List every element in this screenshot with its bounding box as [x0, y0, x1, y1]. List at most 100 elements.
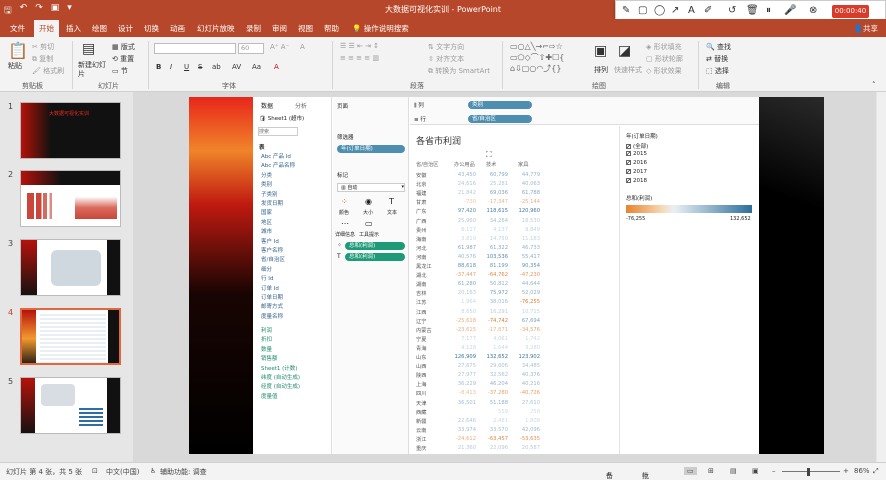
- bold-button[interactable]: B: [156, 63, 161, 71]
- align-text-button[interactable]: ⇳ 对齐文本: [428, 54, 464, 64]
- marks-size-button[interactable]: 大小: [363, 209, 373, 216]
- year-filter-item[interactable]: (全部): [626, 142, 648, 150]
- slide-thumbnail-2[interactable]: [20, 170, 121, 227]
- year-filter-item[interactable]: 2016: [626, 160, 647, 166]
- dimension-field[interactable]: Abc 产品名称: [261, 161, 295, 169]
- current-slide[interactable]: 数据 分析 🛢 Sheet1 (超市) 表 Abc 产品 IdAbc 产品名称分…: [189, 97, 824, 454]
- delete-icon[interactable]: 🗑: [746, 5, 759, 16]
- zoom-out-icon[interactable]: –: [772, 467, 776, 475]
- measure-field[interactable]: Sheet1 (计数): [261, 364, 297, 372]
- dimension-field[interactable]: 类别: [261, 180, 272, 188]
- tab-help[interactable]: 帮助: [324, 23, 339, 34]
- measure-field[interactable]: 度量值: [261, 392, 278, 400]
- dimension-field[interactable]: 子类别: [261, 190, 278, 198]
- columns-pill[interactable]: 类别: [468, 101, 532, 109]
- section-button[interactable]: ▭ 节: [112, 66, 128, 76]
- zoom-in-icon[interactable]: +: [843, 467, 849, 475]
- year-filter-item[interactable]: 2018: [626, 178, 647, 184]
- zoom-slider[interactable]: [782, 471, 840, 472]
- recording-timer[interactable]: 00:00:40 录制: [832, 5, 869, 28]
- tab-insert[interactable]: 插入: [66, 23, 81, 34]
- dimension-field[interactable]: 地区: [261, 218, 272, 226]
- accessibility-icon[interactable]: ♿: [150, 467, 156, 475]
- tooltip-icon[interactable]: ▭: [365, 219, 373, 228]
- tab-record[interactable]: 录制: [246, 23, 261, 34]
- datasource-name[interactable]: 🛢 Sheet1 (超市): [259, 114, 304, 122]
- slide-thumbnail-1[interactable]: 大数据可视化实训: [20, 102, 121, 159]
- tab-view[interactable]: 视图: [298, 23, 313, 34]
- dimension-field[interactable]: 行 Id: [261, 274, 273, 282]
- marks-text-button[interactable]: 文本: [387, 209, 397, 216]
- text-direction-button[interactable]: ⇅ 文字方向: [428, 42, 464, 52]
- color-legend-ramp[interactable]: [626, 205, 752, 213]
- dimension-field[interactable]: 邮寄方式: [261, 302, 283, 310]
- quick-styles-icon[interactable]: ◪: [618, 43, 631, 59]
- dimension-field[interactable]: 省/自治区: [261, 255, 285, 263]
- strikethrough-button[interactable]: S: [198, 63, 202, 71]
- tab-draw[interactable]: 绘图: [92, 23, 107, 34]
- font-color-button[interactable]: A: [274, 63, 279, 71]
- copy-button[interactable]: ⧉ 复制: [32, 54, 53, 64]
- tell-me-search[interactable]: 💡 操作说明搜索: [352, 23, 409, 34]
- rectangle-icon[interactable]: ▢: [638, 5, 647, 16]
- tab-analysis[interactable]: 分析: [295, 101, 307, 110]
- normal-view-icon[interactable]: ▭: [684, 467, 697, 475]
- marks-color-button[interactable]: 颜色: [339, 209, 349, 216]
- field-search-input[interactable]: [258, 127, 298, 136]
- collapse-ribbon-icon[interactable]: ˄: [872, 81, 876, 89]
- paste-button[interactable]: 粘贴: [8, 61, 22, 71]
- rows-pill[interactable]: 省/自治区: [468, 115, 532, 123]
- measure-field[interactable]: 经度 (自动生成): [261, 382, 300, 390]
- dimension-field[interactable]: 度量名称: [261, 312, 283, 320]
- measure-field[interactable]: 利润: [261, 326, 272, 334]
- checkbox-checked-icon[interactable]: [626, 160, 631, 165]
- pause-icon[interactable]: ⏸: [766, 5, 771, 16]
- dimension-field[interactable]: 分类: [261, 171, 272, 179]
- dimension-field[interactable]: 城市: [261, 227, 272, 235]
- year-filter-item[interactable]: 2017: [626, 169, 647, 175]
- slide-sorter-icon[interactable]: ⊞: [708, 467, 714, 475]
- shape-fill-button[interactable]: ◈ 形状填充: [646, 42, 682, 52]
- dimension-field[interactable]: 客户 Id: [261, 237, 279, 245]
- arrange-button[interactable]: 排列: [594, 65, 608, 75]
- quick-styles-button[interactable]: 快速样式: [614, 65, 642, 75]
- marks-type-select[interactable]: ▥ 自动 ▾: [337, 183, 405, 192]
- char-spacing-button[interactable]: AV: [232, 63, 241, 71]
- zoom-level[interactable]: 86%: [854, 467, 870, 475]
- tab-file[interactable]: 文件: [10, 23, 25, 34]
- tab-slideshow[interactable]: 幻灯片放映: [197, 23, 235, 34]
- dimension-field[interactable]: 客户名称: [261, 246, 283, 254]
- spelling-icon[interactable]: ⊡: [92, 467, 98, 475]
- detail-icon[interactable]: ⋯: [341, 219, 349, 228]
- checkbox-checked-icon[interactable]: [626, 151, 631, 156]
- dimension-field[interactable]: 订单 Id: [261, 284, 279, 292]
- shadow-button[interactable]: ab: [212, 63, 221, 71]
- tab-home[interactable]: 开始: [34, 20, 59, 37]
- undo-icon[interactable]: ↺: [728, 5, 736, 16]
- cut-button[interactable]: ✂ 剪切: [32, 42, 54, 52]
- font-name-combo[interactable]: [154, 43, 236, 54]
- size-icon[interactable]: ◉: [365, 197, 372, 206]
- slide-thumbnail-4[interactable]: [20, 308, 121, 365]
- bullets-icon[interactable]: ☰ ☰ ⇤ ⇥ ↕: [340, 42, 379, 50]
- format-painter-button[interactable]: 🖌 格式刷: [32, 66, 64, 76]
- clear-format-icon[interactable]: A: [300, 43, 305, 51]
- dimension-field[interactable]: Abc 产品 Id: [261, 152, 291, 160]
- shapes-gallery[interactable]: ▭○△╲→⌐⇨☆ ▭⬠◇⌒⇧✚☐{ ⌂⇩▢○◠⤴{}: [510, 41, 590, 74]
- year-filter-item[interactable]: 2015: [626, 151, 647, 157]
- circle-icon[interactable]: ◯: [654, 5, 665, 16]
- fit-slide-icon[interactable]: ⤢: [873, 467, 879, 476]
- underline-button[interactable]: U: [184, 63, 189, 71]
- dimension-field[interactable]: 发货日期: [261, 199, 283, 207]
- paste-icon[interactable]: 📋: [8, 41, 28, 60]
- tab-design[interactable]: 设计: [118, 23, 133, 34]
- tab-data[interactable]: 数据: [261, 101, 273, 110]
- slide-thumbnail-5[interactable]: [20, 377, 121, 434]
- slide-thumbnail-3[interactable]: [20, 239, 121, 296]
- vertical-scrollbar[interactable]: [877, 92, 886, 462]
- select-button[interactable]: ⬚ 选择: [706, 66, 729, 76]
- new-slide-icon[interactable]: ▤: [82, 41, 95, 57]
- shape-effects-button[interactable]: ◇ 形状效果: [646, 66, 682, 76]
- measure-field[interactable]: 折扣: [261, 335, 272, 343]
- checkbox-checked-icon[interactable]: [626, 169, 631, 174]
